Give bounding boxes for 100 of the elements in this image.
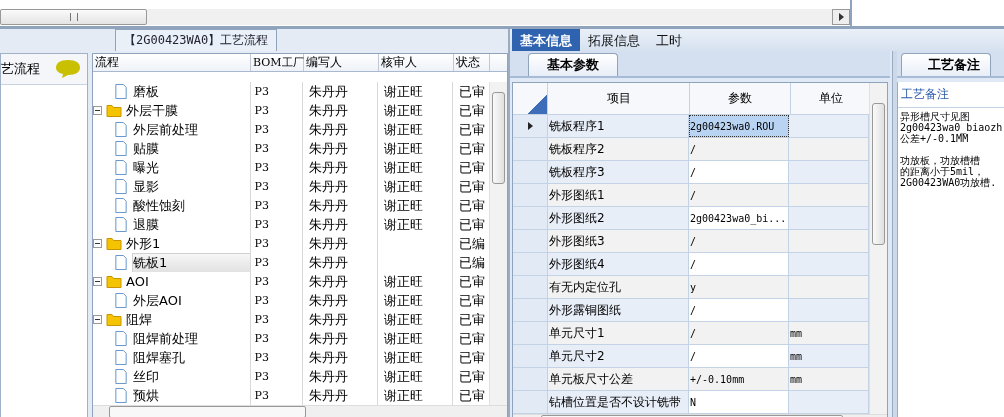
column-header[interactable]: 参数 bbox=[690, 83, 791, 114]
horizontal-scrollbar[interactable] bbox=[93, 405, 507, 417]
column-header[interactable]: 编写人 bbox=[304, 54, 379, 71]
table-cell: 朱丹丹 bbox=[309, 367, 349, 386]
tree-row[interactable]: 磨板 P3 朱丹丹 谢正旺 已审 bbox=[93, 82, 490, 101]
table-cell: 已审 bbox=[459, 329, 486, 348]
document-icon bbox=[113, 331, 129, 346]
table-row[interactable]: 单元尺寸1 / mm bbox=[513, 322, 869, 345]
table-row[interactable]: 铣板程序3 / bbox=[513, 161, 869, 184]
column-header[interactable]: 项目 bbox=[548, 83, 690, 114]
folder-icon bbox=[106, 274, 122, 289]
table-cell: / bbox=[690, 258, 697, 270]
table-row[interactable]: 单元板尺寸公差 +/-0.10mm mm bbox=[513, 368, 869, 391]
tab[interactable]: 基本信息 bbox=[512, 29, 580, 51]
table-cell: 朱丹丹 bbox=[309, 253, 349, 272]
table-cell: / bbox=[690, 350, 697, 362]
step-name: AOI bbox=[126, 274, 149, 289]
table-cell: 铣板程序2 bbox=[549, 140, 605, 158]
row-header[interactable] bbox=[513, 115, 548, 137]
column-header[interactable]: 流程 bbox=[93, 54, 251, 71]
table-cell: 铣板程序3 bbox=[549, 163, 605, 181]
table-cell: 谢正旺 bbox=[384, 196, 424, 215]
table-cell: P3 bbox=[254, 199, 269, 212]
table-row[interactable]: 外形图纸2 2g00423wa0_bi... bbox=[513, 207, 869, 230]
table-cell: 外形图纸4 bbox=[549, 255, 605, 273]
tree-row[interactable]: 外层前处理 P3 朱丹丹 谢正旺 已审 bbox=[93, 120, 490, 139]
splitter-handle[interactable] bbox=[508, 29, 510, 417]
scroll-right-button[interactable] bbox=[832, 9, 850, 25]
table-row[interactable]: 外形图纸1 / bbox=[513, 184, 869, 207]
table-cell: 谢正旺 bbox=[384, 120, 424, 139]
tree-row[interactable]: 退膜 P3 朱丹丹 谢正旺 已审 bbox=[93, 215, 490, 234]
table-cell: 谢正旺 bbox=[384, 386, 424, 405]
step-name: 外层AOI bbox=[133, 291, 182, 310]
step-name: 阻焊 bbox=[126, 310, 152, 329]
table-cell: 谢正旺 bbox=[384, 82, 424, 101]
table-cell: 单元尺寸2 bbox=[549, 347, 605, 365]
vertical-scrollbar[interactable] bbox=[869, 83, 887, 414]
tree-row[interactable]: 显影 P3 朱丹丹 谢正旺 已审 bbox=[93, 177, 490, 196]
table-cell: 已审 bbox=[459, 177, 486, 196]
note-line: 公差+/-0.1MM bbox=[900, 133, 969, 144]
table-row[interactable]: 外形露铜图纸 / bbox=[513, 299, 869, 322]
table-row[interactable]: 有无内定位孔 y bbox=[513, 276, 869, 299]
tab[interactable]: 工时 bbox=[648, 29, 690, 51]
speech-bubble-icon[interactable] bbox=[55, 59, 81, 79]
tree-row[interactable]: 外层干膜 P3 朱丹丹 谢正旺 已审 bbox=[93, 101, 490, 120]
tree-row[interactable]: 贴膜 P3 朱丹丹 谢正旺 已审 bbox=[93, 139, 490, 158]
tree-row[interactable]: 阻焊塞孔 P3 朱丹丹 谢正旺 已审 bbox=[93, 348, 490, 367]
collapse-icon[interactable] bbox=[93, 277, 102, 286]
step-name: 显影 bbox=[133, 177, 159, 196]
horizontal-scrollbar[interactable] bbox=[0, 9, 850, 25]
note-line: 2g00423wa0_biaozh bbox=[900, 122, 1003, 133]
document-icon bbox=[113, 84, 129, 99]
column-header[interactable]: 核审人 bbox=[379, 54, 454, 71]
column-header[interactable]: 状态 bbox=[454, 54, 490, 71]
document-icon bbox=[113, 160, 129, 175]
tree-row[interactable]: 铣板1 P3 朱丹丹 已编 bbox=[93, 253, 490, 272]
splitter-handle[interactable] bbox=[892, 51, 897, 417]
document-icon bbox=[113, 198, 129, 213]
tree-row[interactable]: 酸性蚀刻 P3 朱丹丹 谢正旺 已审 bbox=[93, 196, 490, 215]
table-cell: / bbox=[690, 304, 697, 316]
column-header[interactable]: BOM工厂 bbox=[251, 54, 304, 71]
table-cell: P3 bbox=[254, 142, 269, 155]
table-row[interactable]: 钻槽位置是否不设计铣带 N bbox=[513, 391, 869, 414]
collapse-icon[interactable] bbox=[93, 239, 102, 248]
sub-tab[interactable]: 基本参数 bbox=[528, 53, 618, 76]
tree-row[interactable]: 外层AOI P3 朱丹丹 谢正旺 已审 bbox=[93, 291, 490, 310]
tree-row[interactable]: 阻焊 P3 朱丹丹 谢正旺 已审 bbox=[93, 310, 490, 329]
collapse-icon[interactable] bbox=[93, 106, 102, 115]
sub-tab[interactable]: 工艺备注 bbox=[901, 53, 991, 76]
table-cell: 铣板程序1 bbox=[549, 117, 605, 135]
table-cell: 外形露铜图纸 bbox=[549, 301, 621, 319]
tab[interactable]: 拓展信息 bbox=[580, 29, 648, 51]
vertical-scrollbar[interactable] bbox=[489, 82, 507, 405]
table-row[interactable]: 铣板程序1 2g00423wa0.ROU bbox=[513, 115, 869, 138]
collapse-icon[interactable] bbox=[93, 315, 102, 324]
folder-icon bbox=[106, 103, 122, 118]
table-cell: P3 bbox=[254, 180, 269, 193]
table-cell: 朱丹丹 bbox=[309, 215, 349, 234]
table-cell: 外形图纸3 bbox=[549, 232, 605, 250]
table-row[interactable]: 外形图纸3 / bbox=[513, 230, 869, 253]
table-cell: y bbox=[690, 281, 697, 293]
step-name: 阻焊塞孔 bbox=[133, 348, 185, 367]
table-row[interactable]: 外形图纸4 / bbox=[513, 253, 869, 276]
table-cell: / bbox=[690, 189, 697, 201]
table-cell: 谢正旺 bbox=[384, 101, 424, 120]
table-row[interactable]: 单元尺寸2 / mm bbox=[513, 345, 869, 368]
sidebar-title: 艺流程 bbox=[1, 60, 40, 78]
step-name: 酸性蚀刻 bbox=[133, 196, 185, 215]
document-icon bbox=[113, 388, 129, 403]
tree-row[interactable]: 曝光 P3 朱丹丹 谢正旺 已审 bbox=[93, 158, 490, 177]
table-cell: N bbox=[690, 396, 697, 408]
table-cell: mm bbox=[790, 350, 803, 362]
table-cell: 已审 bbox=[459, 291, 486, 310]
table-row[interactable]: 铣板程序2 / bbox=[513, 138, 869, 161]
tree-row[interactable]: AOI P3 朱丹丹 谢正旺 已审 bbox=[93, 272, 490, 291]
note-line: 异形槽尺寸见图 bbox=[900, 111, 970, 122]
table-cell: 已审 bbox=[459, 215, 486, 234]
table-cell: 朱丹丹 bbox=[309, 348, 349, 367]
tree-row[interactable]: 丝印 P3 朱丹丹 谢正旺 已审 bbox=[93, 367, 490, 386]
tree-row[interactable]: 阻焊前处理 P3 朱丹丹 谢正旺 已审 bbox=[93, 329, 490, 348]
